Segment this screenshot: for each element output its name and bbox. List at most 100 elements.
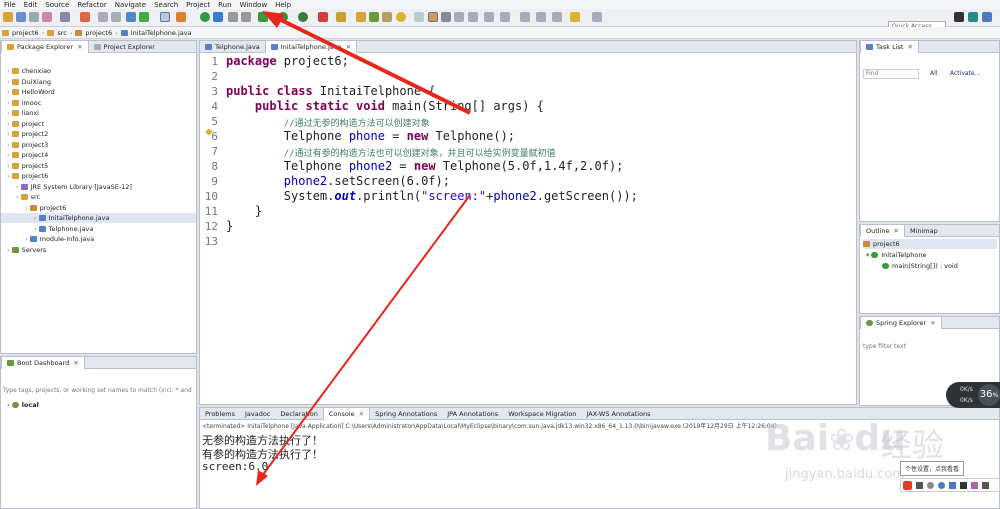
breadcrumb-file[interactable]: InitaiTelphone.java <box>131 29 192 37</box>
tab-minimap[interactable]: Minimap <box>905 225 943 237</box>
tree-item[interactable]: › imooc <box>7 98 41 108</box>
save-icon[interactable] <box>16 12 26 22</box>
menu-window[interactable]: Window <box>236 1 272 9</box>
ime-emoji-icon[interactable] <box>938 481 945 489</box>
block-selection-icon[interactable] <box>441 12 451 22</box>
last-edit-icon[interactable] <box>520 12 530 22</box>
forward-icon[interactable] <box>592 12 602 22</box>
mark-icon[interactable] <box>428 12 438 22</box>
menu-source[interactable]: Source <box>41 1 73 9</box>
outline-item-method[interactable]: main(String[]) : void <box>882 261 958 271</box>
spring-icon[interactable] <box>200 12 210 22</box>
menu-refactor[interactable]: Refactor <box>73 1 110 9</box>
code-line-3[interactable]: public class InitaiTelphone { <box>226 84 436 98</box>
pilcrow-icon[interactable] <box>468 12 478 22</box>
grid-icon[interactable] <box>213 12 223 22</box>
code-line-7[interactable]: //通过有参的构造方法也可以创建对象，并且可以给实例变量赋初值 <box>226 145 556 159</box>
db2-icon[interactable] <box>241 12 251 22</box>
menu-help[interactable]: Help <box>271 1 295 9</box>
pin-icon[interactable] <box>552 12 562 22</box>
tab-boot-dashboard[interactable]: Boot Dashboard ✕ <box>1 356 85 369</box>
tab-outline[interactable]: Outline ✕ <box>860 224 905 237</box>
net-speed-widget[interactable]: 0K/s 0K/s 36% <box>946 382 1000 408</box>
tree-item[interactable]: › Servers <box>7 245 46 255</box>
code-line-12[interactable]: } <box>226 219 233 233</box>
tab-project-explorer[interactable]: Project Explorer <box>89 41 160 53</box>
tab-jpa-annotations[interactable]: JPA Annotations <box>442 408 503 420</box>
save-all-icon[interactable] <box>29 12 39 22</box>
code-line-9[interactable]: phone2.setScreen(6.0f); <box>226 174 450 188</box>
open-task-icon[interactable] <box>369 12 379 22</box>
outline-item-package[interactable]: project6 <box>863 239 997 249</box>
whitespace-icon[interactable] <box>454 12 464 22</box>
tab-workspace-migration[interactable]: Workspace Migration <box>503 408 581 420</box>
boot-local-item[interactable]: › local <box>7 400 39 410</box>
code-line-10[interactable]: System.out.println("screen:"+phone2.getS… <box>226 189 638 203</box>
tab-problems[interactable]: Problems <box>200 408 240 420</box>
tree-item[interactable]: › project4 <box>7 150 48 160</box>
tab-task-list[interactable]: Task List ✕ <box>860 40 919 53</box>
tab-initaitelphone-java[interactable]: InitaiTelphone.java ✕ <box>264 40 358 53</box>
grid-icon[interactable] <box>982 481 989 489</box>
db-icon[interactable] <box>228 12 238 22</box>
tree-item[interactable]: › project6 <box>7 171 48 181</box>
boot-filter-input[interactable]: Type tags, projects, or working set name… <box>3 387 193 397</box>
tree-item[interactable]: › HelloWord <box>7 87 55 97</box>
spring-filter-input[interactable]: type filter text <box>863 343 993 353</box>
tree-item[interactable]: › project <box>7 119 44 129</box>
menu-run[interactable]: Run <box>214 1 235 9</box>
perspective-web-icon[interactable] <box>982 12 992 22</box>
new-icon[interactable] <box>3 12 13 22</box>
tab-package-explorer[interactable]: Package Explorer ✕ <box>1 40 89 53</box>
annotation-prev-icon[interactable] <box>500 12 510 22</box>
task-all-link[interactable]: All <box>930 70 937 77</box>
search-icon[interactable] <box>396 12 406 22</box>
link-icon[interactable] <box>414 12 424 22</box>
close-icon[interactable]: ✕ <box>907 41 912 53</box>
breadcrumb-package[interactable]: project6 <box>85 29 112 37</box>
menu-edit[interactable]: Edit <box>20 1 42 9</box>
task-activate-link[interactable]: Activate... <box>950 70 980 77</box>
menu-navigate[interactable]: Navigate <box>111 1 150 9</box>
run-icon[interactable] <box>278 12 288 22</box>
close-icon[interactable]: ✕ <box>346 41 351 53</box>
menu-project[interactable]: Project <box>182 1 214 9</box>
redo-icon[interactable] <box>111 12 121 22</box>
code-line-5[interactable]: //通过无参的构造方法可以创建对象 <box>226 115 430 129</box>
ime-mode-icon[interactable] <box>916 481 923 489</box>
tree-item[interactable]: › project3 <box>7 140 48 150</box>
tab-spring-annotations[interactable]: Spring Annotations <box>370 408 442 420</box>
keyboard-icon[interactable] <box>960 481 967 489</box>
print-icon[interactable] <box>42 12 52 22</box>
tree-item[interactable]: › project6 <box>25 203 66 213</box>
tree-item[interactable]: › InitaiTelphone.java <box>1 213 196 223</box>
tree-item[interactable]: › DuiXiang <box>7 77 51 87</box>
perspective-java-icon[interactable] <box>954 12 964 22</box>
run-config-icon[interactable] <box>298 12 308 22</box>
menu-search[interactable]: Search <box>150 1 182 9</box>
tree-item[interactable]: › module-info.java <box>25 234 94 244</box>
perspective-icon[interactable] <box>160 12 170 22</box>
open-type-icon[interactable] <box>356 12 366 22</box>
tab-spring-explorer[interactable]: Spring Explorer ✕ <box>860 316 942 329</box>
back-icon[interactable] <box>570 12 580 22</box>
code-line-11[interactable]: } <box>226 204 262 218</box>
debug-icon[interactable] <box>258 12 268 22</box>
annotation-next-icon[interactable] <box>484 12 494 22</box>
new-class-icon[interactable] <box>336 12 346 22</box>
close-icon[interactable]: ✕ <box>930 317 935 329</box>
tree-item[interactable]: › project2 <box>7 129 48 139</box>
close-icon[interactable]: ✕ <box>359 408 364 420</box>
close-icon[interactable]: ✕ <box>73 357 78 369</box>
breadcrumb-project[interactable]: project6 <box>12 29 39 37</box>
code-line-4[interactable]: public static void main(String[] args) { <box>226 99 544 113</box>
undo-icon[interactable] <box>98 12 108 22</box>
ime-punct-icon[interactable] <box>927 481 934 489</box>
outline-item-class[interactable]: ▾ InitaiTelphone <box>866 250 926 260</box>
tree-item[interactable]: › src <box>16 192 40 202</box>
breadcrumb-src[interactable]: src <box>57 29 67 37</box>
tree-item[interactable]: › lianxi <box>7 108 39 118</box>
deploy-icon[interactable] <box>139 12 149 22</box>
open-resource-icon[interactable] <box>382 12 392 22</box>
server-icon[interactable] <box>176 12 186 22</box>
